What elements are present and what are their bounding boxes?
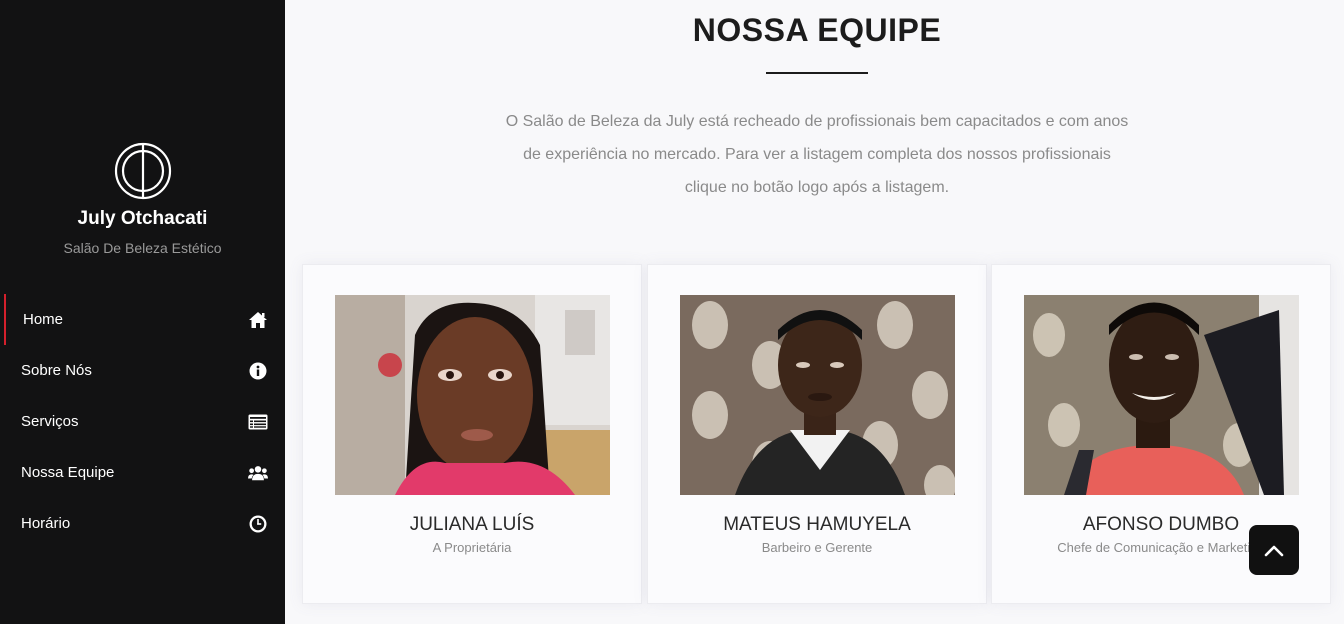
- chevron-up-icon: [1264, 545, 1284, 557]
- sidebar-item-horario[interactable]: Horário: [0, 498, 285, 549]
- team-member-role: Barbeiro e Gerente: [761, 540, 873, 555]
- brand-logo-icon: [114, 142, 171, 200]
- sidebar-item-home[interactable]: Home: [0, 294, 285, 345]
- back-to-top-button[interactable]: [1249, 525, 1299, 575]
- sidebar-item-sobre-nos[interactable]: Sobre Nós: [0, 345, 285, 396]
- team-cards: JULIANA LUÍS A Proprietária MATEUS HAMUY…: [302, 264, 1332, 604]
- sidebar-item-nossa-equipe[interactable]: Nossa Equipe: [0, 447, 285, 498]
- sidebar-item-label: Nossa Equipe: [21, 464, 115, 481]
- users-icon: [248, 463, 268, 483]
- team-card: JULIANA LUÍS A Proprietária: [302, 264, 642, 604]
- team-card: MATEUS HAMUYELA Barbeiro e Gerente: [647, 264, 987, 604]
- clock-icon: [248, 514, 268, 534]
- sidebar-item-label: Serviços: [21, 413, 79, 430]
- home-icon: [248, 310, 268, 330]
- team-section: NOSSA EQUIPE O Salão de Beleza da July e…: [285, 0, 1344, 624]
- brand: July Otchacati Salão De Beleza Estético: [0, 142, 285, 256]
- title-divider: [766, 72, 868, 74]
- info-icon: [248, 361, 268, 381]
- sidebar-item-label: Horário: [21, 515, 71, 532]
- sidebar-item-servicos[interactable]: Serviços: [0, 396, 285, 447]
- team-member-name: MATEUS HAMUYELA: [723, 514, 911, 535]
- brand-subtitle: Salão De Beleza Estético: [63, 240, 222, 256]
- sidebar-item-label: Home: [23, 311, 64, 328]
- team-member-role: A Proprietária: [432, 540, 512, 555]
- team-member-photo: [1024, 295, 1299, 495]
- brand-name: July Otchacati: [77, 208, 208, 229]
- sidebar-item-label: Sobre Nós: [21, 362, 92, 379]
- team-member-name: JULIANA LUÍS: [409, 514, 535, 535]
- team-member-photo: [680, 295, 955, 495]
- sidebar: July Otchacati Salão De Beleza Estético …: [0, 0, 285, 624]
- section-intro: O Salão de Beleza da July está recheado …: [505, 113, 1129, 196]
- section-title: NOSSA EQUIPE: [692, 12, 942, 48]
- team-member-photo: [335, 295, 610, 495]
- sidebar-nav: Home Sobre Nós Serviços Nossa Equipe Hor…: [0, 294, 285, 549]
- list-card-icon: [248, 412, 268, 432]
